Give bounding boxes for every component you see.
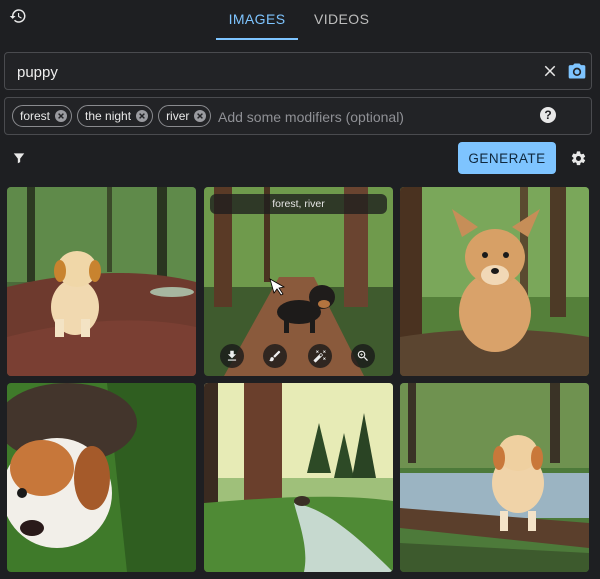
gallery-image[interactable] bbox=[400, 187, 589, 376]
modifier-input[interactable] bbox=[216, 98, 520, 136]
chip-remove-icon[interactable] bbox=[194, 110, 207, 122]
brush-icon[interactable] bbox=[263, 344, 287, 368]
modifier-chip-the-night[interactable]: the night bbox=[77, 105, 154, 127]
gallery-image[interactable] bbox=[400, 383, 589, 572]
media-tabs: IMAGES VIDEOS bbox=[216, 0, 385, 40]
gallery-image[interactable] bbox=[204, 383, 393, 572]
search-box bbox=[4, 52, 592, 91]
chip-remove-icon[interactable] bbox=[55, 110, 68, 122]
download-icon[interactable] bbox=[220, 344, 244, 368]
tab-videos[interactable]: VIDEOS bbox=[298, 0, 385, 38]
gallery-image[interactable] bbox=[7, 187, 196, 376]
filter-icon[interactable] bbox=[12, 151, 28, 165]
modifiers-box: forest the night river ? bbox=[4, 97, 592, 136]
image-caption: forest, river bbox=[210, 194, 387, 214]
modifier-chip-forest[interactable]: forest bbox=[12, 105, 73, 127]
tab-images[interactable]: IMAGES bbox=[216, 0, 298, 40]
chip-label: the night bbox=[85, 109, 132, 123]
modifier-chip-river[interactable]: river bbox=[158, 105, 212, 127]
help-icon[interactable]: ? bbox=[540, 107, 556, 123]
chip-label: forest bbox=[20, 109, 51, 123]
modifier-chips: forest the night river bbox=[12, 105, 212, 127]
magic-wand-icon[interactable] bbox=[308, 344, 332, 368]
chip-label: river bbox=[166, 109, 190, 123]
chip-remove-icon[interactable] bbox=[136, 110, 149, 122]
zoom-in-icon[interactable] bbox=[351, 344, 375, 368]
top-bar: IMAGES VIDEOS bbox=[0, 0, 600, 40]
clear-icon[interactable] bbox=[541, 62, 559, 80]
gallery-image-hovered[interactable]: forest, river bbox=[204, 187, 393, 376]
gear-icon[interactable] bbox=[570, 150, 587, 167]
camera-icon[interactable] bbox=[567, 61, 587, 81]
history-icon[interactable] bbox=[8, 6, 28, 26]
generate-button[interactable]: GENERATE bbox=[458, 142, 556, 174]
search-input[interactable] bbox=[15, 53, 519, 91]
gallery-image[interactable] bbox=[7, 383, 196, 572]
